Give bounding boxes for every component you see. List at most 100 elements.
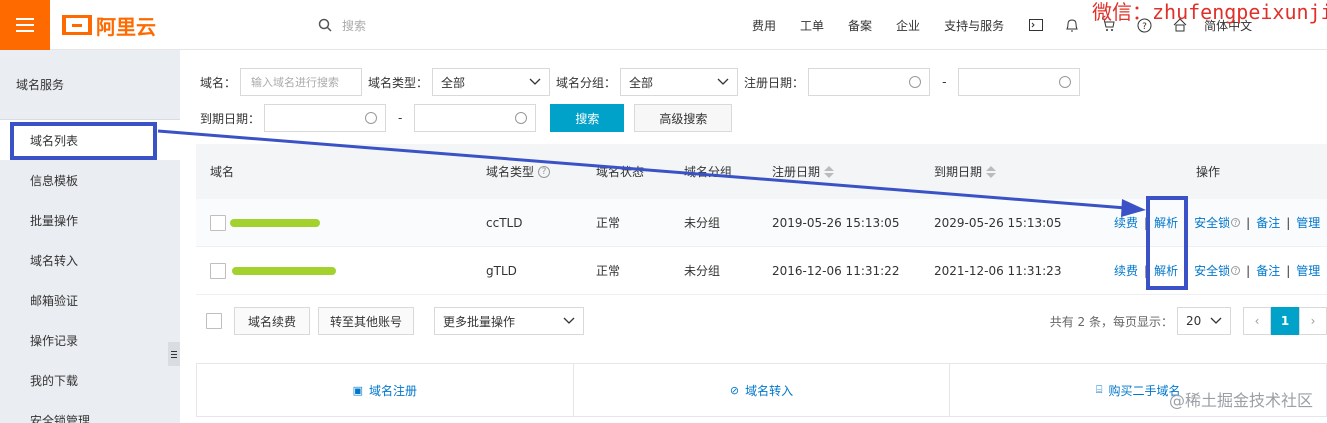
annotation-box-resolve xyxy=(1146,196,1188,290)
security-lock-link[interactable]: 安全锁 xyxy=(1194,214,1230,231)
transfer-in-label: 域名转入 xyxy=(745,383,794,398)
cart-icon: ⌸ xyxy=(1095,383,1103,396)
table-footer: 域名续费 转至其他账号 更多批量操作 共有 2 条，每页显示： 20 ‹ 1 › xyxy=(196,295,1327,347)
row-actions: 续费 | 解析 | 安全锁 ? | 备注 | 管理 xyxy=(1114,199,1320,246)
top-search[interactable]: 搜索 xyxy=(318,15,366,35)
manage-link[interactable]: 管理 xyxy=(1296,262,1320,279)
chevron-down-icon xyxy=(717,78,729,85)
reg-date-end[interactable] xyxy=(958,68,1081,96)
date-range-dash: - xyxy=(398,111,403,125)
row-checkbox[interactable] xyxy=(210,214,226,231)
search-icon xyxy=(318,18,332,32)
sidebar-item-lock-manage[interactable]: 安全锁管理 xyxy=(0,400,180,423)
sidebar-collapse-handle[interactable] xyxy=(168,342,180,366)
redacted-domain-name xyxy=(230,218,320,227)
chevron-down-icon xyxy=(529,78,541,85)
cell-type: ccTLD xyxy=(486,215,523,230)
page-size-select[interactable]: 20 xyxy=(1177,307,1231,335)
exp-date-end[interactable] xyxy=(414,104,537,132)
reg-date-start[interactable] xyxy=(808,68,931,96)
advanced-search-button[interactable]: 高级搜索 xyxy=(634,104,733,132)
prev-page-button[interactable]: ‹ xyxy=(1243,307,1271,335)
cell-reg-date: 2016-12-06 11:31:22 xyxy=(772,263,900,278)
col-ops: 操作 xyxy=(1196,165,1221,179)
filter-row-2: 到期日期： - 搜索 高级搜索 xyxy=(200,102,733,134)
cell-type: gTLD xyxy=(486,263,517,278)
page-size-value: 20 xyxy=(1186,314,1202,328)
quick-actions: ▣ 域名注册 ⊘ 域名转入 ⌸ 购买二手域名 xyxy=(196,363,1327,417)
sidebar-item-templates[interactable]: 信息模板 xyxy=(0,160,180,200)
nav-fees[interactable]: 费用 xyxy=(752,17,776,34)
col-reg-date[interactable]: 注册日期 xyxy=(772,144,835,199)
domain-type-select[interactable]: 全部 xyxy=(432,68,551,96)
note-link[interactable]: 备注 xyxy=(1256,214,1280,231)
cell-reg-date: 2019-05-26 15:13:05 xyxy=(772,215,900,230)
renew-link[interactable]: 续费 xyxy=(1114,262,1138,279)
bell-icon[interactable] xyxy=(1064,17,1080,33)
transfer-account-button[interactable]: 转至其他账号 xyxy=(318,307,414,335)
redacted-domain-name xyxy=(232,266,336,275)
nav-enterprise[interactable]: 企业 xyxy=(896,17,920,34)
sidebar-item-transfer-in[interactable]: 域名转入 xyxy=(0,240,180,280)
sort-icon xyxy=(824,165,835,178)
cell-status: 正常 xyxy=(596,216,621,230)
nav-icp[interactable]: 备案 xyxy=(848,17,872,34)
cell-status: 正常 xyxy=(596,264,621,278)
col-group: 域名分组 xyxy=(684,165,733,179)
next-page-button[interactable]: › xyxy=(1299,307,1327,335)
help-icon[interactable]: ? xyxy=(538,165,551,178)
sidebar-item-email-verify[interactable]: 邮箱验证 xyxy=(0,280,180,320)
cell-exp-date: 2021-12-06 11:31:23 xyxy=(934,263,1062,278)
domain-group-value: 全部 xyxy=(629,75,654,90)
col-domain: 域名 xyxy=(210,165,235,179)
chevron-right-icon: › xyxy=(1310,314,1316,328)
menu-button[interactable] xyxy=(0,0,50,50)
col-exp-date-label: 到期日期 xyxy=(934,165,983,179)
watermark-juejin: @稀土掘金技术社区 xyxy=(1168,391,1313,410)
domain-label: 域名： xyxy=(200,75,237,90)
nav-tickets[interactable]: 工单 xyxy=(800,17,824,34)
terminal-icon[interactable] xyxy=(1028,17,1044,33)
sidebar-item-batch[interactable]: 批量操作 xyxy=(0,200,180,240)
transfer-icon: ⊘ xyxy=(729,383,740,397)
select-all-checkbox[interactable] xyxy=(206,313,222,329)
register-domain-action[interactable]: ▣ 域名注册 xyxy=(197,364,574,416)
filter-row-1: 域名： 输入域名进行搜索 域名类型： 全部 域名分组： 全部 注册日期： - xyxy=(200,66,1081,98)
col-exp-date[interactable]: 到期日期 xyxy=(934,144,997,199)
logo-mark-icon xyxy=(62,15,92,35)
manage-link[interactable]: 管理 xyxy=(1296,214,1320,231)
aliyun-logo[interactable]: 阿里云 xyxy=(62,13,156,39)
sort-icon xyxy=(986,165,997,178)
col-type: 域名类型 ? xyxy=(486,144,551,199)
domain-search-input[interactable]: 输入域名进行搜索 xyxy=(240,68,363,96)
type-label: 域名类型： xyxy=(368,75,429,90)
reg-date-label: 注册日期： xyxy=(744,75,805,90)
domain-group-select[interactable]: 全部 xyxy=(620,68,739,96)
sidebar-item-downloads[interactable]: 我的下载 xyxy=(0,360,180,400)
row-checkbox[interactable] xyxy=(210,262,226,279)
transfer-in-action[interactable]: ⊘ 域名转入 xyxy=(574,364,951,416)
sidebar: 域名服务 域名列表 信息模板 批量操作 域名转入 邮箱验证 操作记录 我的下载 … xyxy=(0,50,180,423)
register-icon: ▣ xyxy=(352,383,364,397)
nav-support[interactable]: 支持与服务 xyxy=(944,17,1004,34)
security-lock-link[interactable]: 安全锁 xyxy=(1194,262,1230,279)
page-button-current[interactable]: 1 xyxy=(1271,307,1299,335)
watermark-wechat: 微信：zhufengpeixunjiu xyxy=(1092,0,1327,24)
chevron-down-icon xyxy=(1210,317,1222,324)
batch-ops-value: 更多批量操作 xyxy=(443,314,516,329)
exp-date-start[interactable] xyxy=(264,104,387,132)
chevron-left-icon: ‹ xyxy=(1254,314,1260,328)
chevron-down-icon xyxy=(563,317,575,324)
cell-group: 未分组 xyxy=(684,216,721,230)
clock-icon xyxy=(515,112,528,124)
group-label: 域名分组： xyxy=(556,75,617,90)
renew-domains-button[interactable]: 域名续费 xyxy=(234,307,310,335)
clock-icon xyxy=(365,112,378,124)
domain-type-value: 全部 xyxy=(441,75,466,90)
sidebar-item-op-log[interactable]: 操作记录 xyxy=(0,320,180,360)
renew-link[interactable]: 续费 xyxy=(1114,214,1138,231)
search-button[interactable]: 搜索 xyxy=(550,104,625,132)
separator: | xyxy=(1286,215,1291,230)
note-link[interactable]: 备注 xyxy=(1256,262,1280,279)
batch-ops-select[interactable]: 更多批量操作 xyxy=(434,307,584,335)
